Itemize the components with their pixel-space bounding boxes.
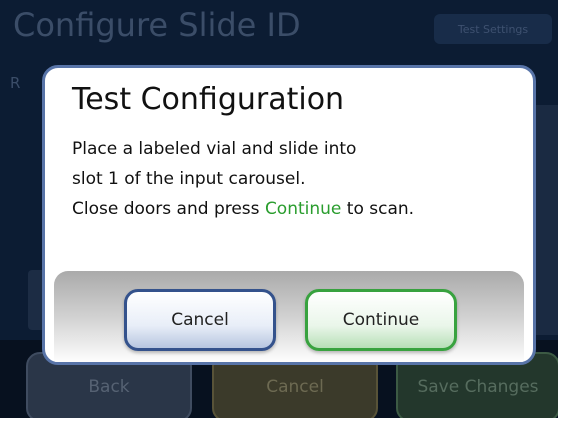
configure-slide-id-screen: Configure Slide ID Test Settings R Back …: [0, 0, 561, 418]
dialog-title: Test Configuration: [72, 82, 345, 117]
test-settings-button[interactable]: Test Settings: [434, 14, 552, 44]
instruction-line-2: slot 1 of the input carousel.: [72, 169, 306, 189]
continue-highlight: Continue: [264, 199, 342, 219]
dialog-cancel-button[interactable]: Cancel: [124, 289, 276, 351]
instruction-line-3-prefix: Close doors and press: [72, 199, 265, 219]
instruction-line-3-suffix: to scan.: [341, 199, 415, 219]
page-title: Configure Slide ID: [13, 6, 301, 44]
test-configuration-dialog: Test Configuration Place a labeled vial …: [42, 65, 536, 365]
instruction-line-1: Place a labeled vial and slide into: [72, 139, 357, 159]
dialog-instructions: Place a labeled vial and slide into slot…: [72, 134, 414, 224]
instruction-line-3: Close doors and press Continue to scan.: [72, 194, 414, 224]
dialog-button-area: Cancel Continue: [54, 271, 524, 362]
dialog-continue-button[interactable]: Continue: [305, 289, 457, 351]
background-label-fragment: R: [10, 74, 21, 92]
